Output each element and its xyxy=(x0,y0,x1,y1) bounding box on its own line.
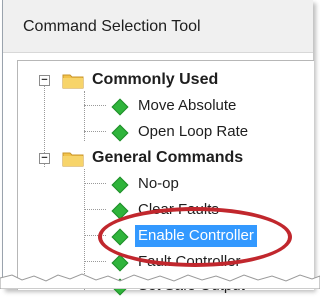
tree-group-commonly-used[interactable]: − Commonly Used xyxy=(18,69,308,91)
green-diamond-icon xyxy=(111,98,129,116)
window-title: Command Selection Tool xyxy=(23,18,201,35)
tree-group-label: General Commands xyxy=(92,149,244,166)
tree-item-label: Open Loop Rate xyxy=(138,123,249,140)
tree-group-label: Commonly Used xyxy=(92,71,219,88)
green-diamond-icon xyxy=(111,176,129,194)
tree-item-move-absolute[interactable]: Move Absolute xyxy=(18,95,308,117)
tree-group-general-commands[interactable]: − General Commands xyxy=(18,147,308,169)
tree-item-label: Move Absolute xyxy=(138,97,237,114)
torn-edge xyxy=(0,273,320,289)
collapse-icon[interactable]: − xyxy=(39,153,50,164)
green-diamond-icon xyxy=(111,124,129,142)
folder-icon xyxy=(62,152,84,167)
tree-item-label: No-op xyxy=(138,175,179,192)
title-bar: Command Selection Tool xyxy=(3,0,313,53)
folder-icon xyxy=(62,74,84,89)
collapse-icon[interactable]: − xyxy=(39,75,50,86)
annotation-ring xyxy=(98,207,292,267)
tree-item-open-loop-rate[interactable]: Open Loop Rate xyxy=(18,121,308,143)
tree-item-no-op[interactable]: No-op xyxy=(18,173,308,195)
